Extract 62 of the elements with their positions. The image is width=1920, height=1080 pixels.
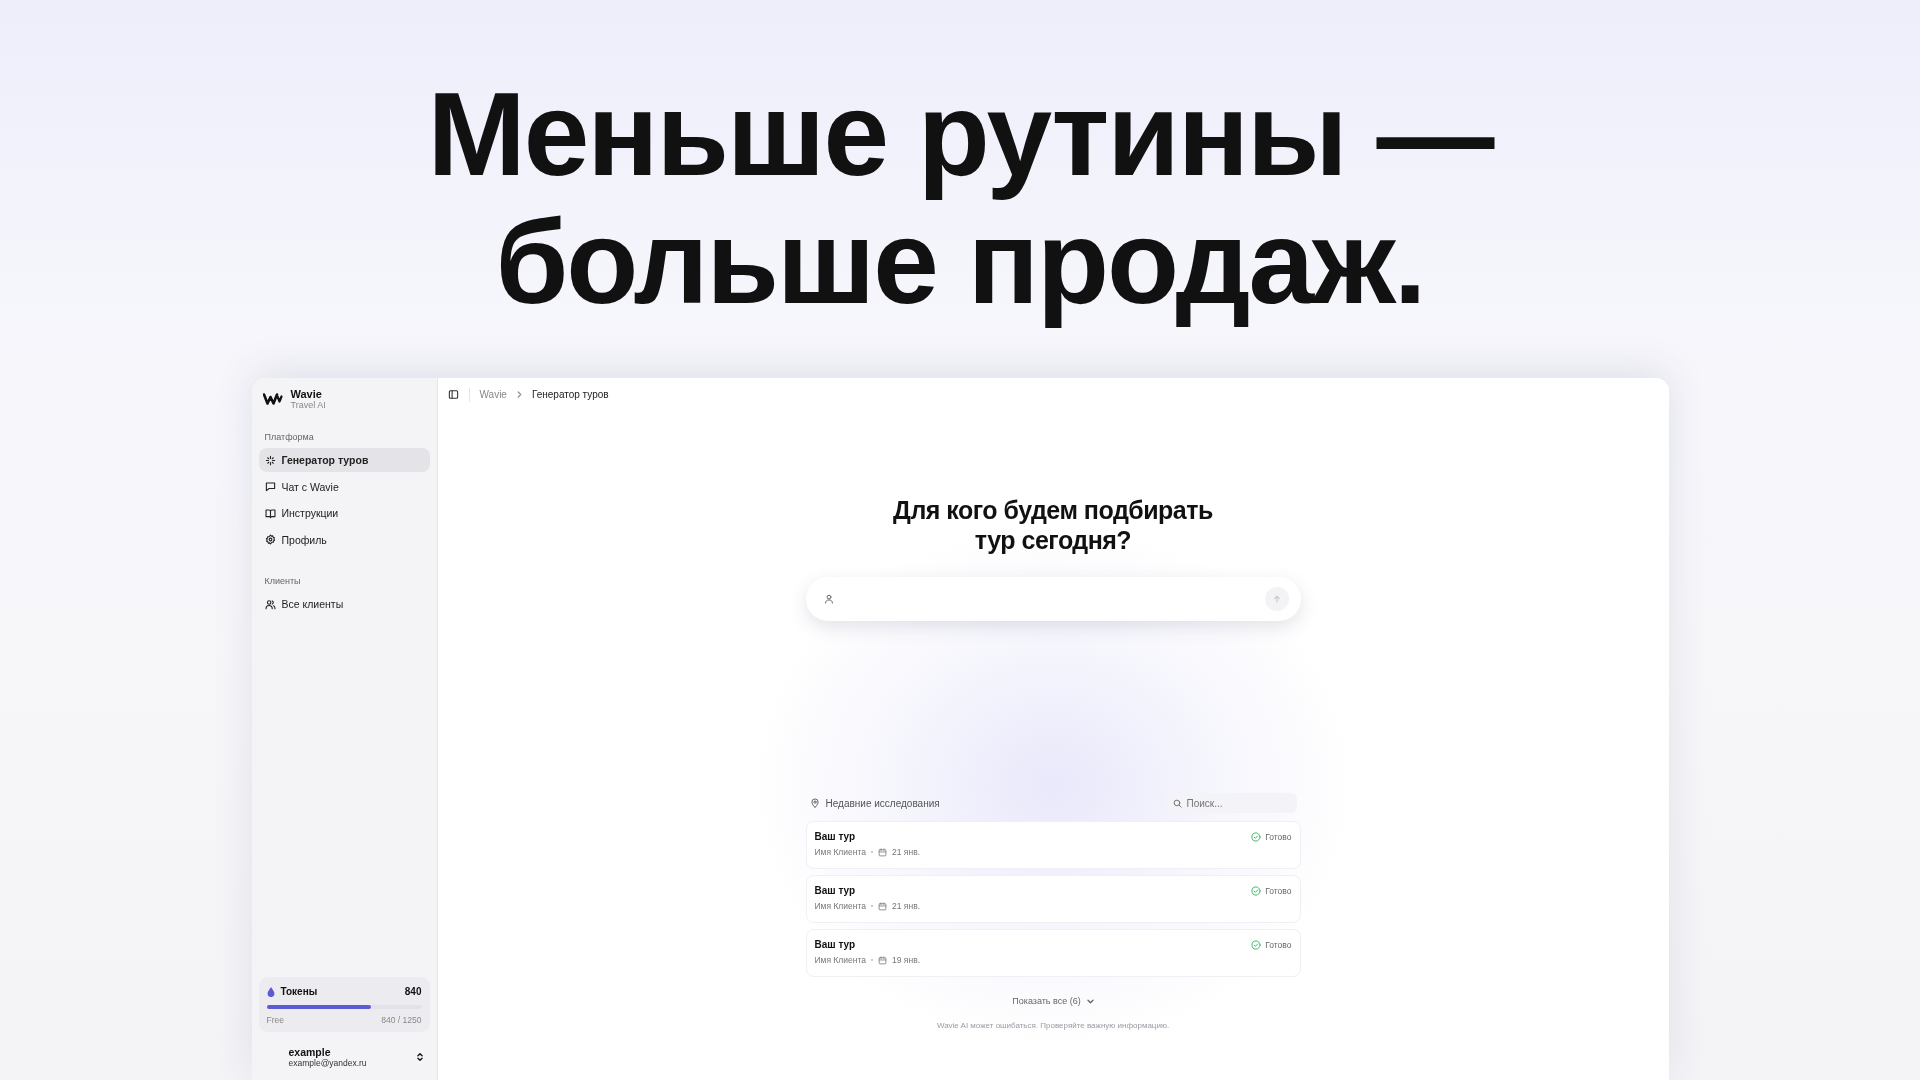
tokens-usage: 840 / 1250 <box>381 1015 422 1025</box>
page-heading: Для кого будем подбирать тур сегодня? <box>892 495 1214 555</box>
sidebar-item[interactable]: Профиль <box>258 527 430 552</box>
client-name: Имя Клиента <box>814 955 867 965</box>
tour-title: Ваш тур <box>814 939 857 950</box>
sparkle-icon <box>264 454 276 466</box>
sidebar-item[interactable]: Генератор туров <box>258 448 430 472</box>
plan-label: Free <box>266 1015 284 1025</box>
calendar-icon <box>878 847 888 857</box>
user-menu[interactable]: example example@yandex.ru <box>258 1046 430 1074</box>
prompt-input[interactable] <box>805 577 1301 621</box>
sidebar-item[interactable]: Чат с Wavie <box>258 474 430 499</box>
tour-date: 19 янв. <box>892 955 921 965</box>
tour-title: Ваш тур <box>814 831 857 842</box>
breadcrumb-link[interactable]: Wavie <box>479 389 507 400</box>
check-circle-icon <box>1251 886 1262 896</box>
chevron-up-down-icon <box>415 1052 424 1062</box>
tokens-count: 840 <box>404 986 422 997</box>
status-label: Готово <box>1265 940 1292 950</box>
tour-date: 21 янв. <box>892 901 921 911</box>
headline-text: Меньше рутины — <box>426 70 1495 198</box>
calendar-icon <box>878 901 888 911</box>
check-circle-icon <box>1251 832 1262 842</box>
brand-subtitle: Travel AI <box>290 400 326 410</box>
speech-bubble-icon <box>264 481 276 492</box>
drop-icon <box>266 986 275 997</box>
tour-date: 21 янв. <box>892 847 921 857</box>
tour-card[interactable]: Ваш тур Имя Клиента 19 янв. Готово <box>805 929 1301 977</box>
brand-name: Wavie <box>290 388 323 400</box>
check-circle-icon <box>1251 940 1262 950</box>
chevron-down-icon <box>1086 998 1094 1004</box>
send-button[interactable] <box>1264 587 1289 611</box>
sidebar-toggle-icon[interactable] <box>447 389 459 400</box>
user-email: example@yandex.ru <box>288 1058 367 1068</box>
tokens-label: Токены <box>280 986 318 997</box>
logo-icon <box>262 393 283 405</box>
users-icon <box>264 598 276 610</box>
location-pin-icon <box>809 798 820 808</box>
arrow-up-icon <box>1272 595 1281 603</box>
disclaimer-text: Wavie AI может ошибаться. Проверяйте важную информацию. <box>936 1021 1170 1030</box>
client-name: Имя Клиента <box>814 847 867 857</box>
sidebar-item[interactable]: Инструкции <box>258 501 430 525</box>
tour-card[interactable]: Ваш тур Имя Клиента 21 янв. Готово <box>805 821 1301 869</box>
chevron-right-icon <box>516 391 522 398</box>
show-all-button[interactable]: Показать все (6) <box>1006 995 1100 1007</box>
person-icon <box>823 594 834 604</box>
section-label: Клиенты <box>263 576 302 586</box>
status-label: Готово <box>1265 832 1292 842</box>
tour-title: Ваш тур <box>814 885 857 896</box>
section-title: Недавние исследования <box>825 797 940 809</box>
section-label: Платформа <box>263 432 315 442</box>
breadcrumb-link[interactable]: Генератор туров <box>531 389 609 400</box>
client-name: Имя Клиента <box>814 901 867 911</box>
calendar-icon <box>878 955 888 965</box>
search-icon <box>1172 798 1182 808</box>
tour-card[interactable]: Ваш тур Имя Клиента 21 янв. Готово <box>805 875 1301 923</box>
search-field[interactable]: Поиск... <box>1166 793 1297 813</box>
settings-icon <box>264 534 276 545</box>
status-label: Готово <box>1265 886 1292 896</box>
sidebar-item[interactable]: Все клиенты <box>258 592 430 616</box>
book-icon <box>264 507 276 519</box>
user-name: example <box>288 1046 331 1058</box>
